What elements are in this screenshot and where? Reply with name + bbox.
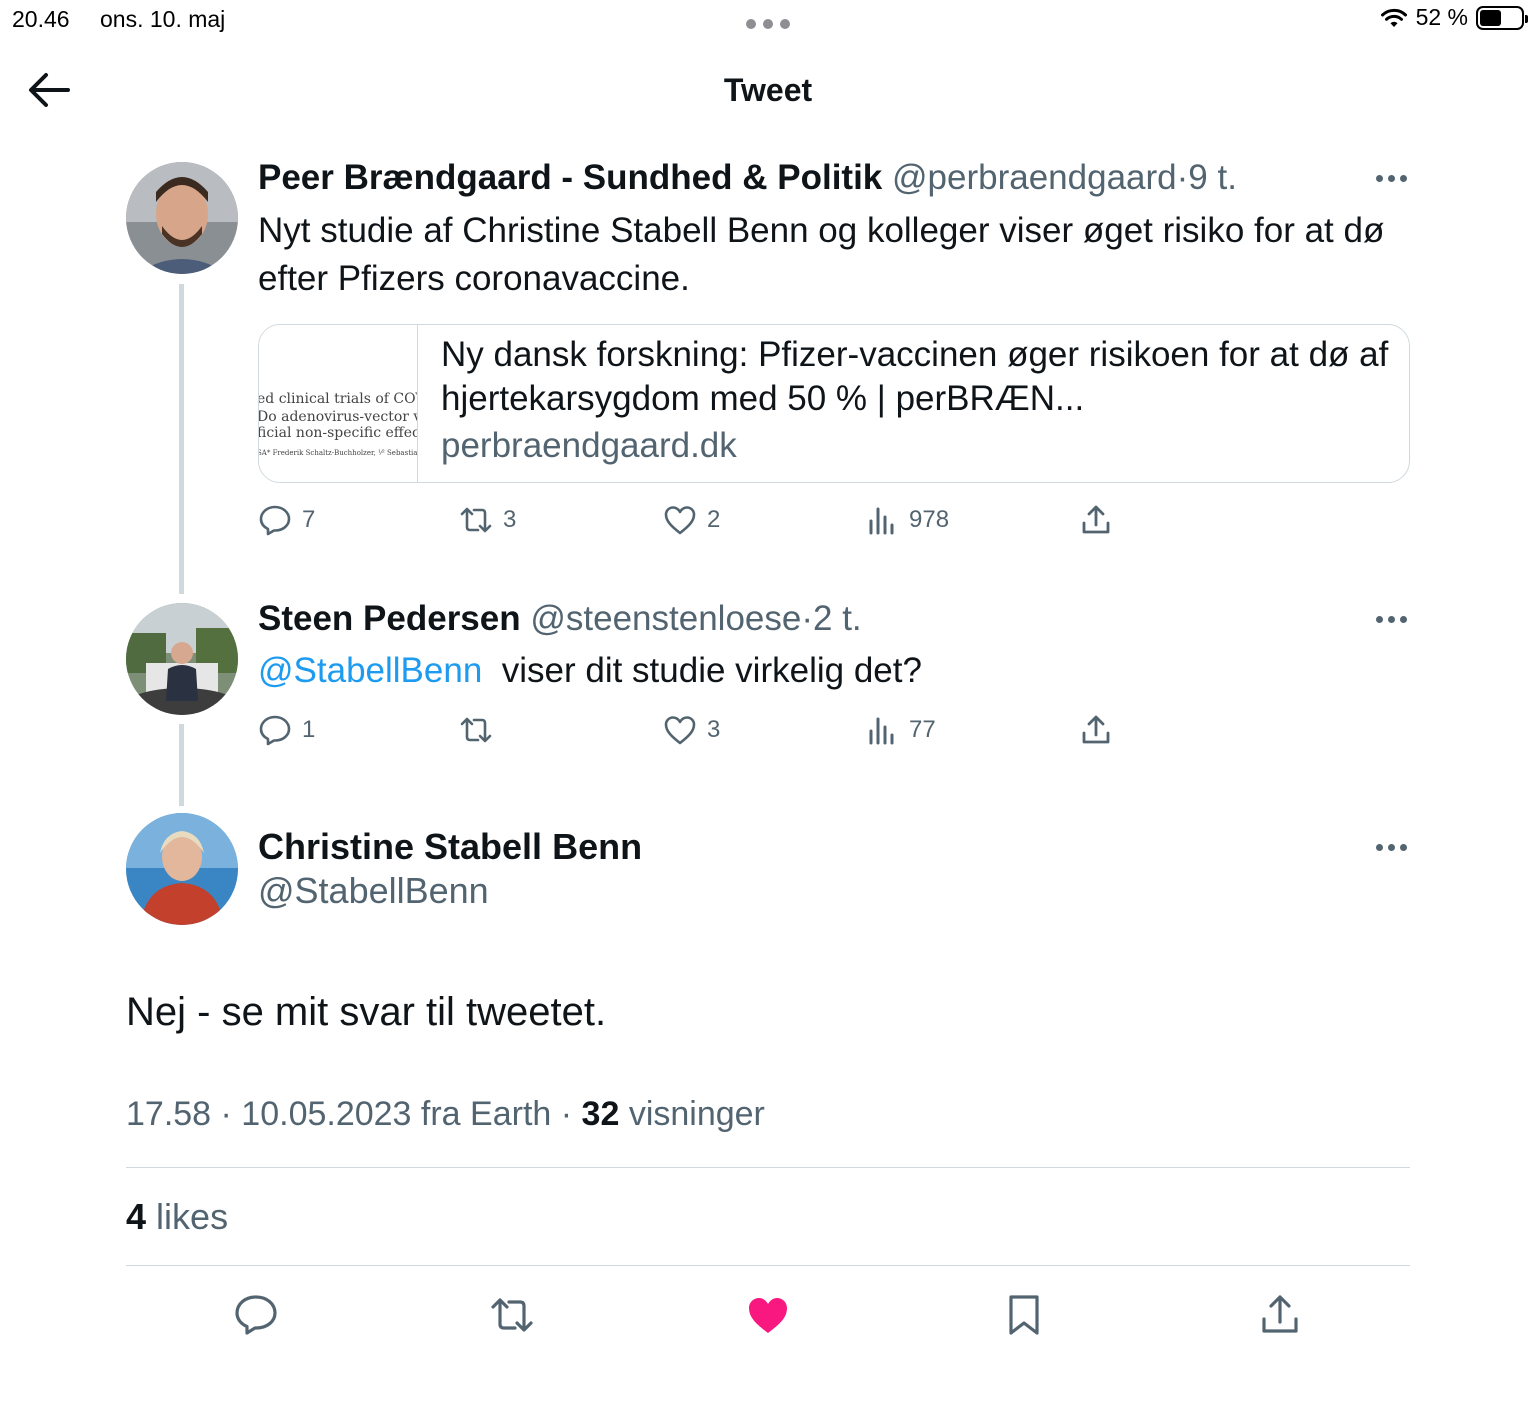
more-options-icon[interactable]: [1376, 612, 1408, 626]
tweet-time[interactable]: 2 t.: [813, 599, 862, 638]
retweet-count: 3: [503, 506, 517, 533]
thumb-line: ficial non-specific effects: [259, 425, 418, 441]
avatar[interactable]: [126, 813, 238, 925]
author-name[interactable]: Peer Brændgaard - Sundhed & Politik: [258, 158, 882, 197]
main-tweet-text: Nej - se mit svar til tweetet.: [126, 990, 607, 1034]
separator: ·: [1176, 158, 1189, 197]
author-name[interactable]: Steen Pedersen: [258, 599, 521, 638]
views-label: visninger: [628, 1095, 765, 1133]
tweet-meta: 17.58 · 10.05.2023 fra Earth · 32 visnin…: [126, 1095, 765, 1134]
heart-icon: [664, 506, 696, 535]
likes-count: 4: [126, 1196, 147, 1237]
main-tweet-actions: [0, 1292, 1536, 1342]
likes-label: likes: [156, 1196, 229, 1237]
author-handle[interactable]: @perbraendgaard: [892, 158, 1177, 197]
like-count: 2: [707, 506, 721, 533]
likes-summary[interactable]: 4 likes: [126, 1196, 228, 1238]
retweet-icon: [460, 717, 492, 743]
divider: [126, 1167, 1410, 1168]
views-count: 978: [909, 506, 950, 533]
page-title: Tweet: [723, 72, 813, 108]
more-options-icon[interactable]: [1376, 171, 1408, 185]
reply-button[interactable]: 7: [258, 503, 315, 537]
tweet-header: Steen Pedersen @steenstenloese·2 t.: [258, 599, 862, 639]
thread-line: [179, 284, 184, 594]
views-button[interactable]: 978: [865, 503, 949, 537]
reply-icon: [235, 1295, 277, 1335]
share-icon: [1082, 715, 1110, 744]
heart-filled-icon: [749, 1298, 787, 1333]
share-icon: [1262, 1295, 1298, 1333]
tweet-time[interactable]: 9 t.: [1188, 158, 1237, 197]
battery-icon: [1476, 5, 1528, 30]
like-button[interactable]: [745, 1292, 791, 1338]
status-bar: 20.46 ons. 10. maj 52 %: [0, 0, 1536, 44]
reply-icon: [259, 505, 291, 536]
link-card-title: Ny dansk forskning: Pfizer-vaccinen øger…: [441, 335, 1389, 418]
mention-link[interactable]: @StabellBenn: [258, 651, 482, 690]
separator: ·: [801, 599, 813, 638]
avatar[interactable]: [126, 162, 238, 274]
battery-percentage: 52 %: [1415, 4, 1468, 30]
share-button[interactable]: [1079, 713, 1113, 747]
views-button[interactable]: 77: [865, 713, 936, 747]
more-options-icon[interactable]: [1376, 840, 1408, 854]
author-handle[interactable]: @steenstenloese: [530, 599, 801, 638]
multitasking-dots-icon[interactable]: [746, 19, 790, 29]
avatar[interactable]: [126, 603, 238, 715]
reply-button[interactable]: [233, 1292, 279, 1338]
like-button[interactable]: 2: [663, 503, 720, 537]
thumb-line: SA* Frederik Schaltz-Buchholzer, ¹⁄² Seb…: [259, 449, 418, 457]
reply-button[interactable]: 1: [258, 713, 315, 747]
tweet-text: Nyt studie af Christine Stabell Benn og …: [258, 211, 1385, 298]
views-count: 77: [909, 716, 936, 743]
reply-count: 1: [302, 716, 316, 743]
reply-count: 7: [302, 506, 316, 533]
wifi-icon: [1380, 8, 1407, 27]
views-icon: [869, 717, 894, 745]
status-time: 20.46: [12, 6, 70, 32]
author-handle[interactable]: @StabellBenn: [258, 870, 489, 912]
bookmark-button[interactable]: [1001, 1292, 1047, 1338]
reply-icon: [259, 715, 291, 746]
views-icon: [869, 507, 894, 535]
tweet-actions: 1 3 77: [0, 713, 1536, 753]
heart-icon: [664, 716, 696, 745]
retweet-button[interactable]: [459, 713, 503, 747]
like-button[interactable]: 3: [663, 713, 720, 747]
tweet-actions: 7 3 2 978: [0, 503, 1536, 543]
share-button[interactable]: [1257, 1292, 1303, 1338]
divider: [126, 1265, 1410, 1266]
views-count: 32: [581, 1095, 620, 1133]
link-card-thumbnail: ed clinical trials of COVID Do adenoviru…: [259, 325, 418, 482]
share-button[interactable]: [1079, 503, 1113, 537]
author-name[interactable]: Christine Stabell Benn: [258, 826, 642, 868]
link-card[interactable]: ed clinical trials of COVID Do adenoviru…: [258, 324, 1410, 483]
like-count: 3: [707, 716, 721, 743]
thumb-line: Do adenovirus-vector vac: [259, 409, 417, 425]
navigation-bar: Tweet: [0, 50, 1536, 132]
tweet-text-content: viser dit studie virkelig det?: [501, 651, 922, 690]
tweet-timestamp[interactable]: 17.58 · 10.05.2023 fra Earth ·: [126, 1095, 572, 1133]
tweet-header: Peer Brændgaard - Sundhed & Politik @per…: [258, 158, 1237, 198]
share-icon: [1082, 505, 1110, 534]
retweet-button[interactable]: 3: [459, 503, 516, 537]
bookmark-icon: [1009, 1295, 1039, 1335]
status-right: 52 %: [1380, 4, 1528, 31]
status-date: ons. 10. maj: [100, 6, 226, 32]
tweet-text: @StabellBenn viser dit studie virkelig d…: [258, 647, 1388, 695]
retweet-icon: [460, 507, 492, 533]
retweet-icon: [491, 1298, 533, 1332]
retweet-button[interactable]: [489, 1292, 535, 1338]
thumb-line: ed clinical trials of COVID: [259, 391, 417, 407]
link-card-domain: perbraendgaard.dk: [441, 426, 737, 465]
